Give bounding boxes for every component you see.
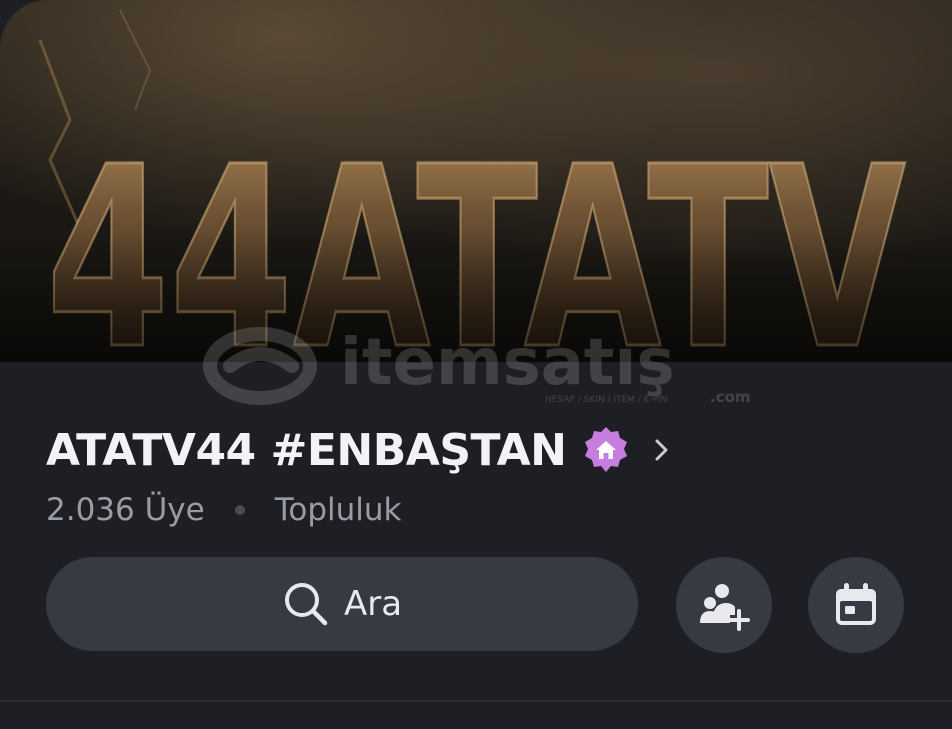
search-label: Ara — [343, 584, 403, 624]
watermark-tagline: HESAP / SKIN / ITEM / E-PIN — [545, 395, 668, 405]
add-member-icon — [700, 584, 750, 631]
home-icon — [581, 425, 631, 475]
server-type: Topluluk — [274, 492, 402, 528]
invite-members-button[interactable] — [676, 557, 772, 653]
server-header: 44ATATV itemsatış HESAP / SKIN / ITEM / … — [0, 0, 952, 729]
server-name[interactable]: ATATV44 #ENBAŞTAN — [46, 425, 567, 476]
calendar-icon — [836, 583, 876, 625]
events-button[interactable] — [808, 557, 904, 653]
divider — [0, 700, 952, 702]
member-count: 2.036 Üye — [46, 492, 205, 528]
chevron-right-icon[interactable] — [653, 438, 671, 462]
server-meta: 2.036 Üye Topluluk — [46, 488, 402, 532]
search-icon — [284, 583, 328, 626]
server-banner: 44ATATV — [0, 0, 952, 362]
separator-dot — [234, 505, 245, 515]
search-button[interactable]: Ara — [46, 557, 638, 651]
server-title-row[interactable]: ATATV44 #ENBAŞTAN — [46, 420, 671, 480]
banner-art: 44ATATV — [0, 9, 952, 362]
watermark-suffix: .com — [710, 388, 751, 406]
